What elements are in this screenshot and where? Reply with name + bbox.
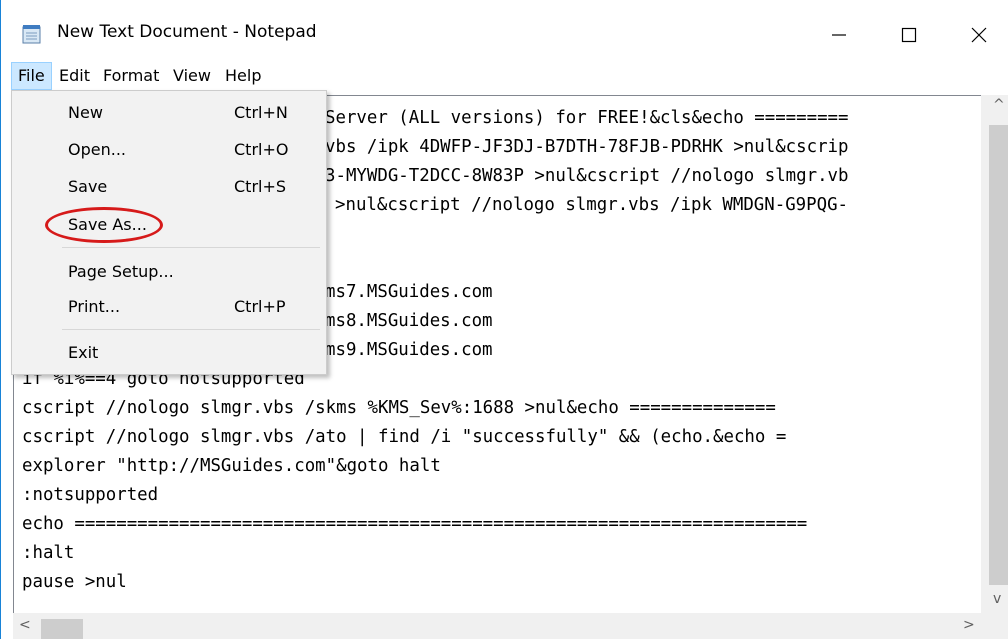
editor-line: pause >nul bbox=[22, 572, 127, 592]
menu-item-shortcut: Ctrl+P bbox=[234, 297, 286, 316]
minimize-icon bbox=[831, 27, 847, 43]
maximize-button[interactable] bbox=[879, 8, 939, 62]
scroll-up-icon[interactable]: ^ bbox=[993, 97, 1005, 113]
vertical-scrollbar[interactable]: ^ v bbox=[981, 95, 1008, 613]
menu-help[interactable]: Help bbox=[219, 62, 267, 90]
menu-item-label: Page Setup... bbox=[68, 262, 174, 281]
menu-item-label: Print... bbox=[68, 297, 121, 316]
menu-item-save-as[interactable]: Save As... bbox=[12, 209, 326, 243]
editor-line: ms9.MSGuides.com bbox=[325, 340, 493, 360]
editor-line: >nul&cscript //nologo slmgr.vbs /ipk WMD… bbox=[335, 195, 849, 215]
maximize-icon bbox=[901, 27, 917, 43]
file-menu-dropdown: New Ctrl+N Open... Ctrl+O Save Ctrl+S Sa… bbox=[11, 90, 327, 375]
editor-line: 3-MYWDG-T2DCC-8W83P >nul&cscript //nolog… bbox=[325, 166, 849, 186]
horizontal-scroll-thumb[interactable] bbox=[41, 619, 83, 639]
editor-line: cscript //nologo slmgr.vbs /ato | find /… bbox=[22, 427, 787, 447]
window-title: New Text Document - Notepad bbox=[57, 22, 317, 42]
menu-item-save[interactable]: Save Ctrl+S bbox=[12, 171, 326, 205]
menu-item-label: Save bbox=[68, 177, 108, 196]
editor-line: echo ===================================… bbox=[22, 514, 808, 534]
menu-item-shortcut: Ctrl+O bbox=[234, 140, 289, 159]
menu-file[interactable]: File bbox=[11, 62, 52, 90]
editor-line: :notsupported bbox=[22, 485, 159, 505]
editor-line: explorer "http://MSGuides.com"&goto halt bbox=[22, 456, 441, 476]
menu-bar: File Edit Format View Help bbox=[1, 62, 1008, 90]
menu-item-label: Open... bbox=[68, 140, 126, 159]
menu-item-new[interactable]: New Ctrl+N bbox=[12, 97, 326, 131]
close-icon bbox=[971, 27, 987, 43]
editor-line: :halt bbox=[22, 543, 75, 563]
menu-item-exit[interactable]: Exit bbox=[12, 337, 326, 371]
close-button[interactable] bbox=[949, 8, 1008, 62]
editor-line: ms8.MSGuides.com bbox=[325, 311, 493, 331]
menu-item-open[interactable]: Open... Ctrl+O bbox=[12, 134, 326, 168]
menu-format[interactable]: Format bbox=[97, 62, 165, 90]
editor-line: vbs /ipk 4DWFP-JF3DJ-B7DTH-78FJB-PDRHK >… bbox=[325, 137, 849, 157]
menu-separator bbox=[62, 247, 320, 248]
notepad-icon bbox=[21, 24, 43, 44]
notepad-window: New Text Document - Notepad File Edit Fo… bbox=[0, 0, 1008, 639]
menu-item-label: Save As... bbox=[68, 215, 147, 234]
minimize-button[interactable] bbox=[809, 8, 869, 62]
menu-separator bbox=[62, 329, 320, 330]
menu-item-shortcut: Ctrl+N bbox=[234, 103, 288, 122]
menu-item-page-setup[interactable]: Page Setup... bbox=[12, 256, 326, 290]
menu-item-print[interactable]: Print... Ctrl+P bbox=[12, 291, 326, 325]
editor-line: Server (ALL versions) for FREE!&cls&echo… bbox=[325, 108, 849, 128]
menu-edit[interactable]: Edit bbox=[53, 62, 96, 90]
menu-item-label: New bbox=[68, 103, 103, 122]
menu-item-shortcut: Ctrl+S bbox=[234, 177, 287, 196]
editor-line: ms7.MSGuides.com bbox=[325, 282, 493, 302]
title-bar[interactable]: New Text Document - Notepad bbox=[1, 0, 1008, 62]
scroll-down-icon[interactable]: v bbox=[993, 591, 1001, 607]
vertical-scroll-thumb[interactable] bbox=[989, 125, 1008, 585]
scroll-left-icon[interactable]: < bbox=[19, 617, 31, 633]
scroll-right-icon[interactable]: > bbox=[963, 617, 975, 633]
menu-view[interactable]: View bbox=[167, 62, 217, 90]
horizontal-scrollbar[interactable]: < > bbox=[13, 613, 1008, 639]
menu-item-label: Exit bbox=[68, 343, 99, 362]
editor-line: cscript //nologo slmgr.vbs /skms %KMS_Se… bbox=[22, 398, 776, 418]
